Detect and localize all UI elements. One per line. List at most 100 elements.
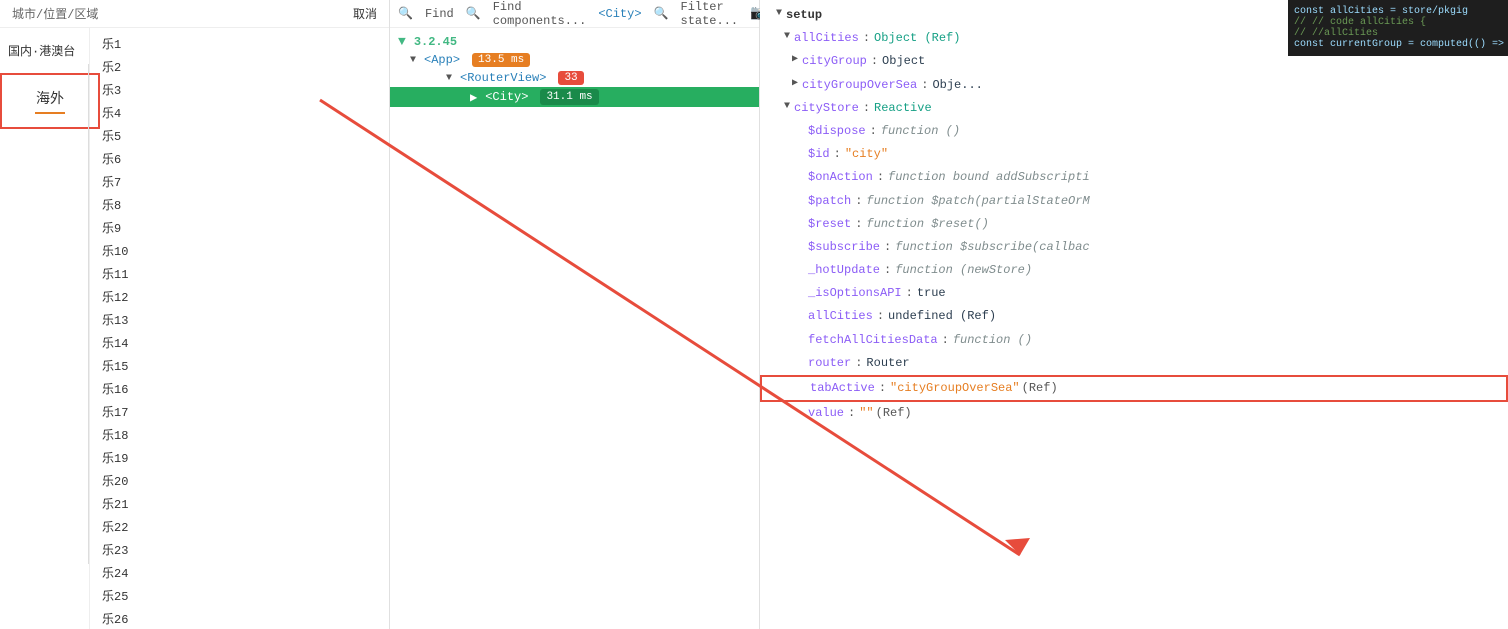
app-time-badge: 13.5 ms <box>472 53 530 67</box>
state-key: $patch <box>808 192 851 211</box>
state-item-tabactive[interactable]: tabActive : "cityGroupOverSea" (Ref) <box>760 375 1508 402</box>
state-key: cityGroupOverSea <box>802 76 917 95</box>
list-item[interactable]: 乐11 <box>90 262 389 285</box>
state-ref-suffix: (Ref) <box>876 404 912 423</box>
state-ref-suffix: (Ref) <box>1022 379 1058 398</box>
state-item-id: $id : "city" <box>760 143 1508 166</box>
overseas-underline <box>35 112 65 114</box>
list-item[interactable]: 乐8 <box>90 193 389 216</box>
filter-icon: 🔍 <box>654 6 669 21</box>
list-item[interactable]: 乐1 <box>90 32 389 55</box>
list-item[interactable]: 乐9 <box>90 216 389 239</box>
setup-expand-icon: ▼ <box>776 6 782 22</box>
left-panel: 城市/位置/区域 取消 国内·港澳台 海外 乐1 乐2 乐3 乐4 乐5 乐6 … <box>0 0 390 629</box>
state-item-value: value : "" (Ref) <box>760 402 1508 425</box>
tree-item-routerview[interactable]: ▼ <RouterView> 33 <box>390 69 759 87</box>
list-item[interactable]: 乐23 <box>90 538 389 561</box>
state-key: cityStore <box>794 99 859 118</box>
state-key: $id <box>808 145 830 164</box>
state-content: ▼ setup ▼ allCities : Object (Ref) ▶ cit… <box>760 0 1508 629</box>
vue-version-badge: 3.2.45 <box>414 35 457 49</box>
routerview-time-badge: 33 <box>558 71 583 85</box>
state-value: Object (Ref) <box>874 29 960 48</box>
list-item[interactable]: 乐3 <box>90 78 389 101</box>
state-value: Reactive <box>874 99 932 118</box>
state-value: Router <box>866 354 909 373</box>
left-header-title: 城市/位置/区域 <box>12 5 98 22</box>
devtools-toolbar: 🔍 Find 🔍 Find components... <City> 🔍 Fil… <box>390 0 759 28</box>
tab-overseas[interactable]: 海外 <box>0 73 100 129</box>
list-item[interactable]: 乐25 <box>90 584 389 607</box>
state-item-router: router : Router <box>760 352 1508 375</box>
list-item[interactable]: 乐20 <box>90 469 389 492</box>
overseas-label: 海外 <box>36 88 64 108</box>
list-item[interactable]: 乐7 <box>90 170 389 193</box>
tab-domestic[interactable]: 国内·港澳台 <box>0 36 89 65</box>
state-key: $reset <box>808 215 851 234</box>
city-tabs: 国内·港澳台 海外 <box>0 28 90 629</box>
list-item[interactable]: 乐10 <box>90 239 389 262</box>
list-item[interactable]: 乐13 <box>90 308 389 331</box>
state-value: true <box>917 284 946 303</box>
tab-divider <box>88 64 89 564</box>
list-item[interactable]: 乐17 <box>90 400 389 423</box>
state-item-citygroupoversea[interactable]: ▶ cityGroupOverSea : Obje... <box>760 74 1508 97</box>
list-item[interactable]: 乐6 <box>90 147 389 170</box>
city-tag-label: <City> <box>598 7 641 21</box>
filter-state-label[interactable]: Filter state... <box>681 0 739 28</box>
list-item[interactable]: 乐2 <box>90 55 389 78</box>
list-item[interactable]: 乐24 <box>90 561 389 584</box>
expand-icon: ▶ <box>792 52 798 68</box>
list-item[interactable]: 乐19 <box>90 446 389 469</box>
state-value: function $subscribe(callbac <box>895 238 1089 257</box>
cancel-button[interactable]: 取消 <box>353 5 377 22</box>
state-value: "" <box>859 404 873 423</box>
list-item[interactable]: 乐22 <box>90 515 389 538</box>
list-item[interactable]: 乐12 <box>90 285 389 308</box>
code-line-4: const currentGroup = computed(() => <box>1294 39 1502 50</box>
state-item-onaction: $onAction : function bound addSubscripti <box>760 166 1508 189</box>
state-key: allCities <box>794 29 859 48</box>
state-key: allCities <box>808 307 873 326</box>
tree-expand-icon: ▼ <box>410 55 416 66</box>
left-header: 城市/位置/区域 取消 <box>0 0 389 28</box>
tree-expand-arrow: ▶ <box>470 90 477 105</box>
list-item[interactable]: 乐18 <box>90 423 389 446</box>
state-value: function (newStore) <box>895 261 1032 280</box>
state-item-subscribe: $subscribe : function $subscribe(callbac <box>760 236 1508 259</box>
state-key: tabActive <box>810 379 875 398</box>
state-item-allcities-2: allCities : undefined (Ref) <box>760 305 1508 328</box>
state-value: Obje... <box>932 76 982 95</box>
search-icon: 🔍 <box>398 6 413 21</box>
code-line-1: const allCities = store/pkgig <box>1294 6 1502 17</box>
tree-item-app[interactable]: ▼ <App> 13.5 ms <box>390 51 759 69</box>
state-item-patch: $patch : function $patch(partialStateOrM <box>760 190 1508 213</box>
city-list[interactable]: 乐1 乐2 乐3 乐4 乐5 乐6 乐7 乐8 乐9 乐10 乐11 乐12 乐… <box>90 28 389 629</box>
find-components-icon: 🔍 <box>466 6 481 21</box>
state-item-citystore[interactable]: ▼ cityStore : Reactive <box>760 97 1508 120</box>
list-item[interactable]: 乐5 <box>90 124 389 147</box>
state-panel: const allCities = store/pkgig // // code… <box>760 0 1508 629</box>
tree-item-city[interactable]: ▶ <City> 31.1 ms <box>390 87 759 107</box>
state-key: value <box>808 404 844 423</box>
state-value: "cityGroupOverSea" <box>890 379 1020 398</box>
list-item[interactable]: 乐4 <box>90 101 389 124</box>
devtools-panel: 🔍 Find 🔍 Find components... <City> 🔍 Fil… <box>390 0 760 629</box>
list-item[interactable]: 乐21 <box>90 492 389 515</box>
tree-expand-icon: ▼ <box>446 73 452 84</box>
find-label[interactable]: Find <box>425 7 454 21</box>
city-tag: <City> <box>485 90 528 104</box>
list-item[interactable]: 乐16 <box>90 377 389 400</box>
list-item[interactable]: 乐14 <box>90 331 389 354</box>
state-key: _hotUpdate <box>808 261 880 280</box>
state-value: function () <box>881 122 960 141</box>
state-item-hotupdate: _hotUpdate : function (newStore) <box>760 259 1508 282</box>
tree-root[interactable]: ▼ 3.2.45 <box>390 32 759 51</box>
list-item[interactable]: 乐15 <box>90 354 389 377</box>
code-line-2: // // code allCities { <box>1294 17 1502 28</box>
routerview-tag: <RouterView> <box>460 71 546 85</box>
list-item[interactable]: 乐26 <box>90 607 389 629</box>
state-key: cityGroup <box>802 52 867 71</box>
state-key: $onAction <box>808 168 873 187</box>
find-components-label[interactable]: Find components... <box>493 0 587 28</box>
